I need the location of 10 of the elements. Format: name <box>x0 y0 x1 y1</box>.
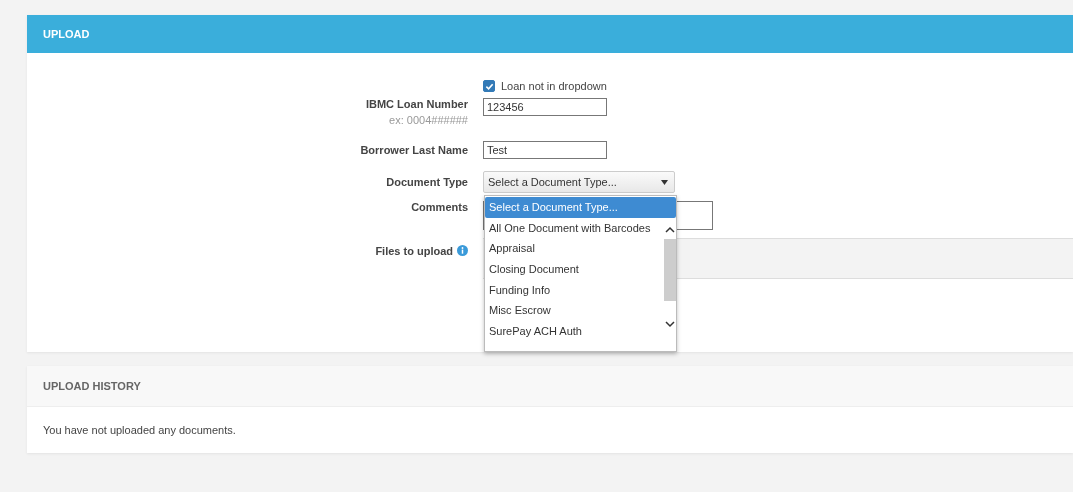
checkbox-label: Loan not in dropdown <box>501 80 607 92</box>
field-label: Borrower Last Name <box>360 144 468 156</box>
field-label: Comments <box>411 201 468 213</box>
field-label: IBMC Loan Number <box>365 98 468 110</box>
empty-message: You have not uploaded any documents. <box>43 424 236 436</box>
field-label: Files to upload <box>375 245 453 257</box>
panel-title: UPLOAD <box>43 28 90 40</box>
field-hint: ex: 0004###### <box>389 114 468 126</box>
field-label: Document Type <box>386 176 468 188</box>
panel-title: UPLOAD HISTORY <box>43 380 141 392</box>
